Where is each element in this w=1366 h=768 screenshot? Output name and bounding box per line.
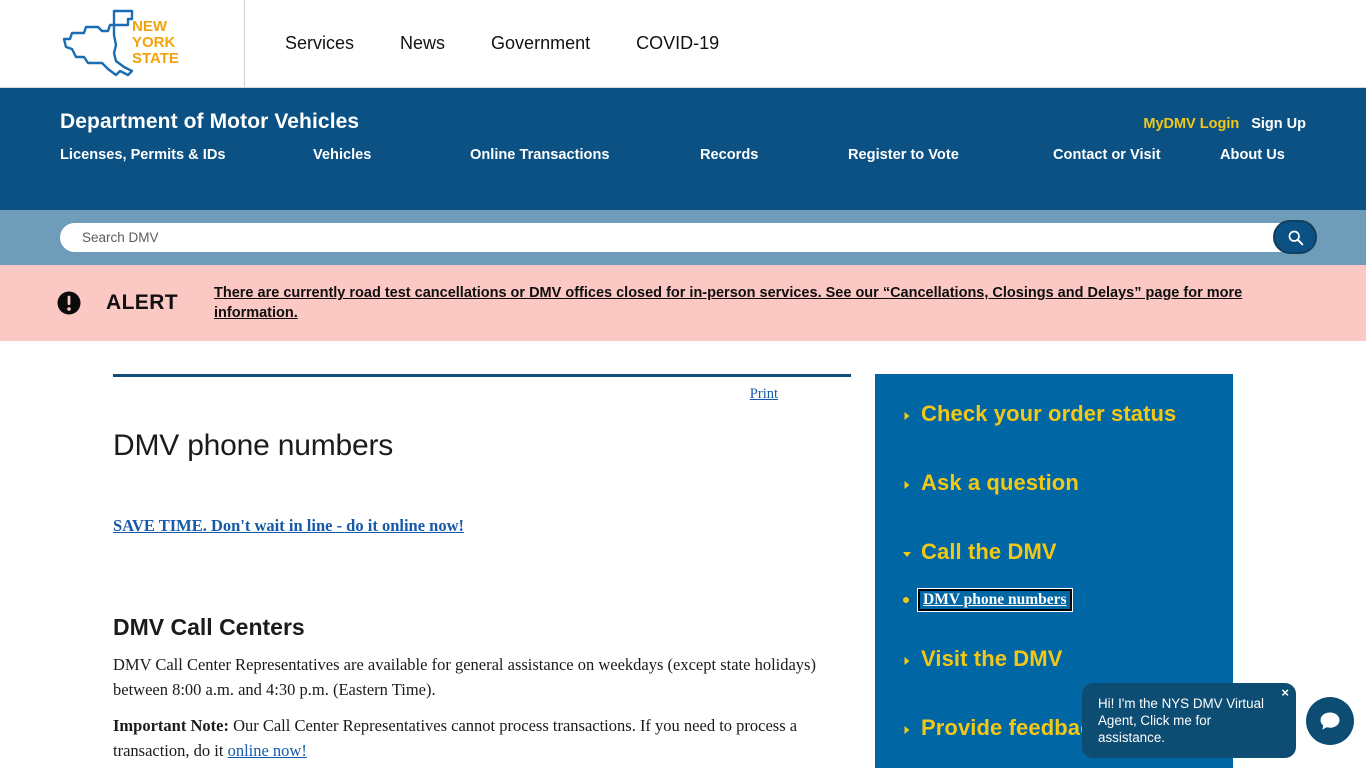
- sidebar-label: Call the DMV: [921, 539, 1057, 564]
- svg-text:YORK: YORK: [132, 34, 176, 51]
- alert-label: ALERT: [106, 291, 178, 314]
- sign-up-link[interactable]: Sign Up: [1251, 116, 1306, 132]
- mydmv-login-link[interactable]: MyDMV Login: [1143, 116, 1239, 132]
- statewide-nav: Services News Government COVID-19: [245, 0, 719, 87]
- chat-bubble-icon: [1320, 712, 1340, 730]
- print-row: Print: [113, 377, 851, 403]
- chat-launcher-button[interactable]: [1306, 696, 1354, 745]
- nav-link-news[interactable]: News: [400, 33, 445, 54]
- search-band: [0, 210, 1366, 265]
- nav-register-to-vote[interactable]: Register to Vote: [848, 144, 1053, 166]
- nys-statewide-bar: NEW YORK STATE Services News Government …: [0, 0, 1366, 88]
- exclamation-circle-icon: [57, 291, 81, 315]
- sidebar-label: Ask a question: [921, 470, 1079, 495]
- dmv-main-nav: Licenses, Permits & IDs Vehicles Online …: [60, 144, 1318, 166]
- chevron-down-icon: [903, 552, 911, 557]
- svg-text:STATE: STATE: [132, 50, 179, 67]
- page-title: DMV phone numbers: [113, 429, 394, 462]
- alert-banner: ALERT There are currently road test canc…: [0, 265, 1366, 341]
- sidebar-sublist-call-the-dmv: DMV phone numbers: [875, 588, 1233, 612]
- search-input[interactable]: [60, 223, 1306, 252]
- nav-online-transactions[interactable]: Online Transactions: [470, 144, 700, 166]
- nav-licenses-permits-ids[interactable]: Licenses, Permits & IDs: [60, 144, 313, 166]
- chevron-right-icon: [904, 412, 910, 420]
- main-content: Print DMV phone numbers SAVE TIME. Don't…: [113, 341, 875, 768]
- search-button[interactable]: [1273, 220, 1317, 254]
- virtual-agent-widget: × Hi! I'm the NYS DMV Virtual Agent, Cli…: [1082, 683, 1354, 758]
- nav-vehicles[interactable]: Vehicles: [313, 144, 470, 166]
- chevron-right-icon: [904, 481, 910, 489]
- sidebar-item-ask-a-question[interactable]: Ask a question: [875, 469, 1233, 497]
- sidebar-subitem-dmv-phone-numbers[interactable]: DMV phone numbers: [899, 588, 1233, 612]
- account-links: MyDMV Login Sign Up: [1143, 116, 1306, 132]
- alert-message-link[interactable]: There are currently road test cancellati…: [214, 283, 1304, 323]
- section-heading-call-centers: DMV Call Centers: [113, 614, 305, 640]
- chevron-right-icon: [904, 657, 910, 665]
- nav-contact-or-visit[interactable]: Contact or Visit: [1053, 144, 1220, 166]
- sidebar-sublink-label[interactable]: DMV phone numbers: [917, 588, 1073, 612]
- new-york-state-logo-icon: NEW YORK STATE: [62, 9, 179, 76]
- nav-about-us[interactable]: About Us: [1220, 144, 1310, 166]
- nav-link-services[interactable]: Services: [285, 33, 354, 54]
- important-note-paragraph: Important Note: Our Call Center Represen…: [113, 713, 851, 763]
- close-icon[interactable]: ×: [1281, 686, 1289, 699]
- nav-records[interactable]: Records: [700, 144, 848, 166]
- chevron-right-icon: [904, 726, 910, 734]
- virtual-agent-tooltip: × Hi! I'm the NYS DMV Virtual Agent, Cli…: [1082, 683, 1296, 758]
- online-now-link[interactable]: online now!: [228, 741, 307, 760]
- sidebar-label: Provide feedback: [921, 715, 1105, 740]
- bullet-icon: [903, 597, 909, 603]
- search-icon: [1288, 230, 1303, 245]
- print-link[interactable]: Print: [750, 386, 778, 402]
- nav-link-covid19[interactable]: COVID-19: [636, 33, 719, 54]
- sidebar-item-visit-the-dmv[interactable]: Visit the DMV: [875, 645, 1233, 673]
- agency-title: Department of Motor Vehicles: [60, 110, 360, 133]
- important-note-label: Important Note:: [113, 716, 229, 735]
- search-wrapper: [60, 220, 1317, 254]
- call-center-hours-paragraph: DMV Call Center Representatives are avai…: [113, 655, 816, 699]
- dmv-header: Department of Motor Vehicles MyDMV Login…: [0, 88, 1366, 210]
- svg-text:NEW: NEW: [132, 18, 168, 35]
- sidebar-label: Check your order status: [921, 401, 1177, 426]
- nav-link-government[interactable]: Government: [491, 33, 590, 54]
- sidebar-item-check-order-status[interactable]: Check your order status: [875, 400, 1233, 428]
- virtual-agent-tooltip-text: Hi! I'm the NYS DMV Virtual Agent, Click…: [1098, 696, 1265, 745]
- nys-logo[interactable]: NEW YORK STATE: [0, 0, 245, 87]
- page-body: Print DMV phone numbers SAVE TIME. Don't…: [0, 341, 1366, 768]
- save-time-link[interactable]: SAVE TIME. Don't wait in line - do it on…: [113, 516, 464, 536]
- sidebar-item-call-the-dmv[interactable]: Call the DMV: [875, 538, 1233, 566]
- sidebar-label: Visit the DMV: [921, 646, 1063, 671]
